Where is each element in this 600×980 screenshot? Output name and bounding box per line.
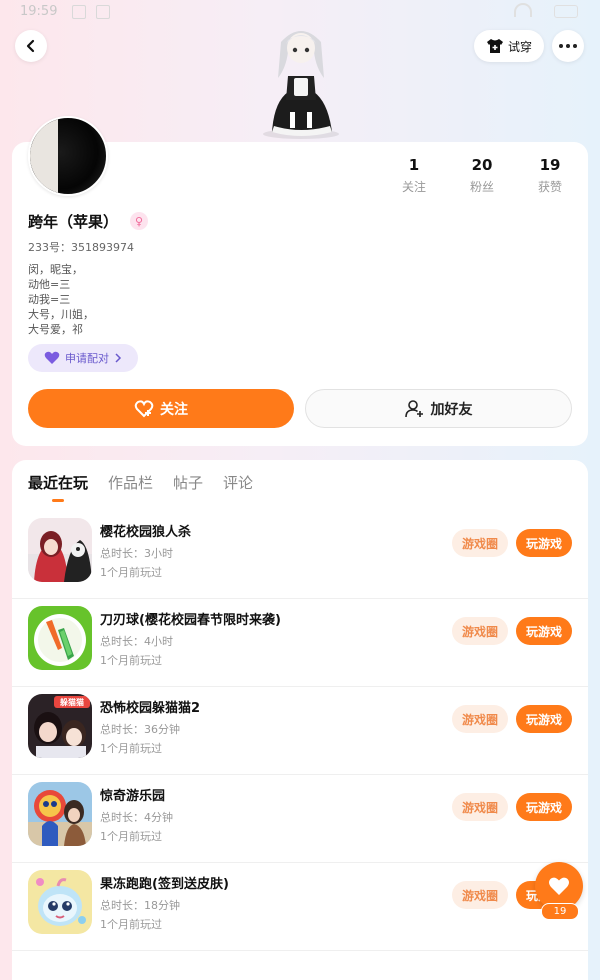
bio-line: 动他=三 <box>28 278 71 291</box>
notification-icon <box>96 5 110 19</box>
game-title: 惊奇游乐园 <box>100 789 166 804</box>
shirt-icon <box>486 39 503 53</box>
pair-request-button[interactable]: 申请配对 <box>28 344 138 372</box>
chevron-right-icon <box>115 353 122 363</box>
game-icon <box>28 870 92 934</box>
tab-comments[interactable]: 评论 <box>223 472 253 493</box>
game-row[interactable]: 樱花校园狼人杀 总时长：3小时 1个月前玩过 游戏圈 玩游戏 <box>12 510 588 599</box>
likes-stat[interactable]: 19 获赞 <box>520 156 580 195</box>
heart-plus-icon <box>134 399 154 417</box>
game-title: 恐怖校园躲猫猫2 <box>100 701 201 716</box>
game-icon-text: 躲猫猫 <box>59 697 84 707</box>
add-friend-label: 加好友 <box>430 401 473 418</box>
following-stat[interactable]: 1 关注 <box>384 156 444 195</box>
game-icon <box>28 518 92 582</box>
bio-line: 动我=三 <box>28 293 71 306</box>
like-count-badge: 19 <box>541 903 579 920</box>
game-circle-button[interactable]: 游戏圈 <box>452 881 508 909</box>
game-last-played: 1个月前玩过 <box>100 566 162 579</box>
add-friend-button[interactable]: 加好友 <box>305 389 572 428</box>
following-count: 1 <box>408 156 420 174</box>
followers-label: 粉丝 <box>469 180 494 194</box>
game-last-played: 1个月前玩过 <box>100 830 162 843</box>
chevron-left-icon <box>26 39 35 53</box>
game-title: 果冻跑跑(签到送皮肤) <box>100 877 229 892</box>
game-title: 樱花校园狼人杀 <box>100 525 192 540</box>
tab-recently-played[interactable]: 最近在玩 <box>28 472 88 493</box>
game-circle-button[interactable]: 游戏圈 <box>452 529 508 557</box>
more-button[interactable] <box>552 30 584 62</box>
notification-icon <box>72 5 86 19</box>
game-duration: 总时长：4分钟 <box>100 811 173 824</box>
game-duration: 总时长：18分钟 <box>100 899 180 912</box>
game-title: 刀刃球(樱花校园春节限时来袭) <box>100 613 281 628</box>
user-id: 233号：351893974 <box>28 241 134 254</box>
status-time: 19:59 <box>20 4 58 19</box>
game-last-played: 1个月前玩过 <box>100 742 162 755</box>
likes-count: 19 <box>539 156 561 174</box>
pair-request-label: 申请配对 <box>65 352 109 365</box>
tab-indicator <box>52 499 64 502</box>
bio: 闵，昵宝， 动他=三 动我=三 大号，川姐， 大号爱，祁 <box>28 262 94 337</box>
heart-icon <box>44 351 60 364</box>
followers-stat[interactable]: 20 粉丝 <box>452 156 512 195</box>
following-label: 关注 <box>401 180 426 194</box>
game-last-played: 1个月前玩过 <box>100 918 162 931</box>
back-button[interactable] <box>15 30 47 62</box>
game-last-played: 1个月前玩过 <box>100 654 162 667</box>
game-row[interactable]: 果冻跑跑(签到送皮肤) 总时长：18分钟 1个月前玩过 游戏圈 玩游戏 <box>12 862 588 951</box>
game-row[interactable]: 刀刃球(樱花校园春节限时来袭) 总时长：4小时 1个月前玩过 游戏圈 玩游戏 <box>12 598 588 687</box>
add-user-icon <box>404 399 423 417</box>
game-row[interactable]: 惊奇游乐园 总时长：4分钟 1个月前玩过 游戏圈 玩游戏 <box>12 774 588 863</box>
followers-count: 20 <box>471 156 493 174</box>
bio-line: 大号爱，祁 <box>28 323 83 336</box>
female-icon: ♀ <box>130 212 148 230</box>
heart-icon <box>549 877 569 895</box>
game-icon <box>28 782 92 846</box>
status-bar: 19:59 <box>0 0 600 24</box>
bio-line: 大号，川姐， <box>28 308 94 321</box>
tab-posts[interactable]: 帖子 <box>173 472 203 493</box>
game-duration: 总时长：4小时 <box>100 635 173 648</box>
play-game-button[interactable]: 玩游戏 <box>516 793 572 821</box>
game-duration: 总时长：3小时 <box>100 547 173 560</box>
likes-label: 获赞 <box>537 180 562 194</box>
game-icon: 躲猫猫 <box>28 694 92 758</box>
game-icon <box>28 606 92 670</box>
username: 跨年（苹果） <box>28 213 119 231</box>
try-on-label: 试穿 <box>507 39 532 54</box>
battery-icon <box>554 5 578 18</box>
play-game-button[interactable]: 玩游戏 <box>516 705 572 733</box>
bio-line: 闵，昵宝， <box>28 263 83 276</box>
follow-label: 关注 <box>160 401 188 418</box>
try-on-button[interactable]: 试穿 <box>474 30 544 62</box>
game-duration: 总时长：36分钟 <box>100 723 180 736</box>
character-avatar-image[interactable] <box>254 22 348 140</box>
game-circle-button[interactable]: 游戏圈 <box>452 617 508 645</box>
more-dots-icon <box>559 44 577 48</box>
avatar[interactable] <box>28 116 108 196</box>
play-game-button[interactable]: 玩游戏 <box>516 529 572 557</box>
follow-button[interactable]: 关注 <box>28 389 294 428</box>
tab-works[interactable]: 作品栏 <box>108 472 153 493</box>
game-circle-button[interactable]: 游戏圈 <box>452 705 508 733</box>
game-circle-button[interactable]: 游戏圈 <box>452 793 508 821</box>
play-game-button[interactable]: 玩游戏 <box>516 617 572 645</box>
game-row[interactable]: 躲猫猫 恐怖校园躲猫猫2 总时长：36分钟 1个月前玩过 游戏圈 玩游戏 <box>12 686 588 775</box>
wifi-icon <box>514 3 532 17</box>
